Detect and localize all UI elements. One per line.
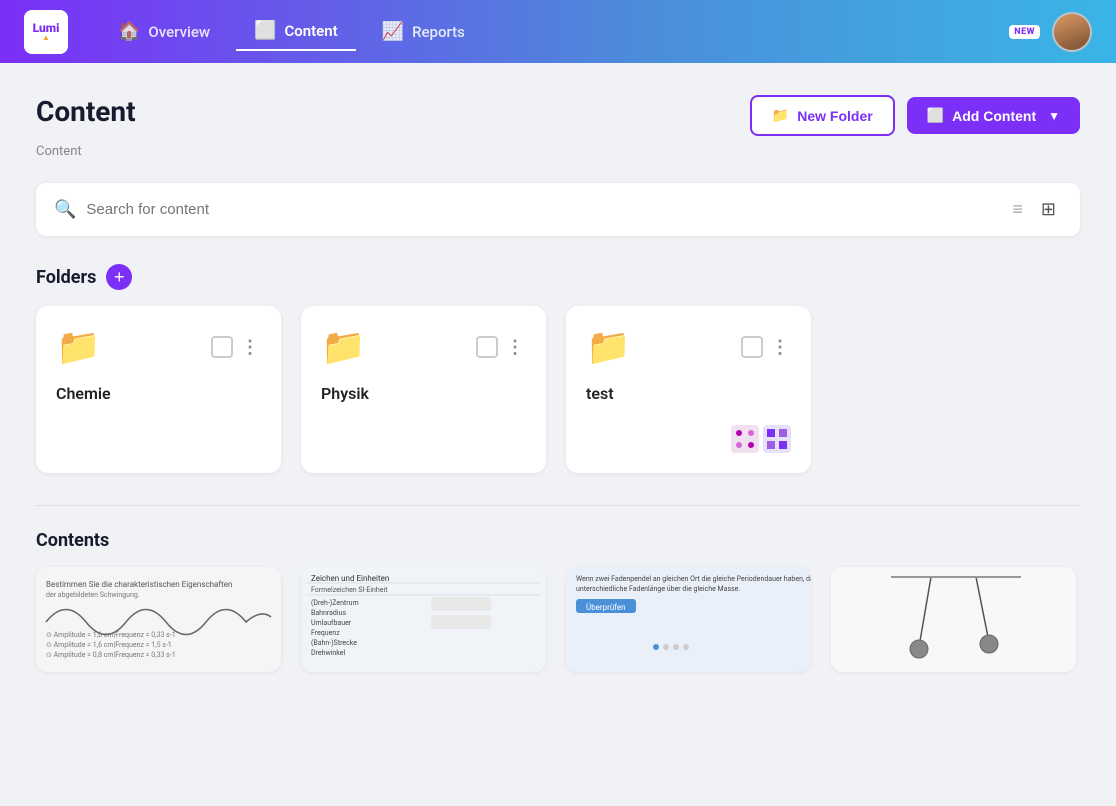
content-thumb-3: Wenn zwei Fadenpendel an gleichen Ort di… — [566, 567, 811, 672]
main-content: Content 📁 New Folder ⬜ Add Content ▼ Con… — [0, 63, 1116, 704]
list-view-button[interactable]: ≡ — [1006, 195, 1029, 224]
view-toggles: ≡ ⊞ — [1006, 195, 1062, 224]
folder-name-test: test — [586, 384, 791, 403]
content-card-2[interactable]: Zeichen und Einheiten Formelzeichen SI-E… — [301, 567, 546, 672]
svg-text:Bahnradius: Bahnradius — [311, 609, 346, 617]
folder-thumbnails-test — [586, 413, 791, 453]
svg-text:Drehwinkel: Drehwinkel — [311, 649, 345, 657]
folder-checkbox-physik[interactable] — [476, 336, 498, 358]
folder-menu-physik[interactable]: ⋮ — [506, 337, 526, 358]
page-title: Content — [36, 95, 136, 128]
folders-title: Folders — [36, 267, 96, 288]
avatar-image — [1054, 14, 1090, 50]
folder-icon-physik: 📁 — [321, 326, 366, 368]
header-actions: 📁 New Folder ⬜ Add Content ▼ — [750, 95, 1080, 136]
folder-checkbox-test[interactable] — [741, 336, 763, 358]
navbar: Lumi ▲ 🏠 Overview ⬜ Content 📈 Reports NE… — [0, 0, 1116, 63]
folder-icon-btn: 📁 — [772, 107, 789, 124]
svg-text:⊙ Amplitude = 0,8 cm|Frequenz: ⊙ Amplitude = 0,8 cm|Frequenz = 0,33 s-1 — [46, 651, 176, 659]
content-thumb-1: Bestimmen Sie die charakteristischen Eig… — [36, 567, 281, 672]
reports-icon: 📈 — [382, 21, 404, 42]
folder-name-physik: Physik — [321, 384, 526, 403]
content-thumb-2: Zeichen und Einheiten Formelzeichen SI-E… — [301, 567, 546, 672]
content-icon: ⬜ — [254, 20, 276, 41]
content-preview-2: Zeichen und Einheiten Formelzeichen SI-E… — [301, 567, 546, 672]
folder-actions-test: ⋮ — [741, 336, 791, 358]
folder-actions-physik: ⋮ — [476, 336, 526, 358]
nav-label-overview: Overview — [148, 23, 210, 41]
list-view-icon: ≡ — [1012, 199, 1023, 219]
logo-text: Lumi ▲ — [33, 22, 60, 42]
svg-text:⊙ Amplitude = 1,6 cm|Frequenz: ⊙ Amplitude = 1,6 cm|Frequenz = 1,5 s-1 — [46, 641, 172, 649]
add-content-button[interactable]: ⬜ Add Content ▼ — [907, 97, 1080, 134]
content-preview-3: Wenn zwei Fadenpendel an gleichen Ort di… — [566, 567, 811, 672]
folder-card-top-physik: 📁 ⋮ — [321, 326, 526, 368]
folder-actions: ⋮ — [211, 336, 261, 358]
nav-item-reports[interactable]: 📈 Reports — [364, 13, 483, 50]
search-icon: 🔍 — [54, 199, 76, 220]
folder-card-top: 📁 ⋮ — [56, 326, 261, 368]
section-divider — [36, 505, 1080, 506]
grid-view-button[interactable]: ⊞ — [1035, 195, 1062, 224]
new-folder-label: New Folder — [797, 108, 872, 124]
folder-card-test: 📁 ⋮ test — [566, 306, 811, 473]
folder-menu-chemie[interactable]: ⋮ — [241, 337, 261, 358]
content-card-4[interactable] — [831, 567, 1076, 672]
svg-text:Formelzeichen SI-Einheit: Formelzeichen SI-Einheit — [311, 586, 388, 594]
breadcrumb: Content — [36, 144, 1080, 159]
search-input[interactable] — [86, 201, 1006, 218]
content-preview-1: Bestimmen Sie die charakteristischen Eig… — [36, 567, 281, 672]
thumb-pattern-2 — [763, 425, 791, 453]
new-badge: NEW — [1009, 25, 1040, 39]
svg-text:Frequenz: Frequenz — [311, 629, 340, 637]
svg-text:Umlaufbauer: Umlaufbauer — [311, 619, 352, 627]
add-folder-button[interactable]: + — [106, 264, 132, 290]
content-thumb-4 — [831, 567, 1076, 672]
svg-text:(Bahn-)Strecke: (Bahn-)Strecke — [311, 639, 357, 647]
folder-icon-test: 📁 — [586, 326, 631, 368]
content-card-3[interactable]: Wenn zwei Fadenpendel an gleichen Ort di… — [566, 567, 811, 672]
add-content-icon: ⬜ — [927, 107, 944, 124]
svg-text:Überprüfen: Überprüfen — [586, 603, 626, 612]
nav-label-content: Content — [284, 22, 337, 40]
svg-text:Bestimmen Sie die charakterist: Bestimmen Sie die charakteristischen Eig… — [46, 580, 232, 589]
contents-title: Contents — [36, 530, 109, 551]
content-card-1[interactable]: Bestimmen Sie die charakteristischen Eig… — [36, 567, 281, 672]
logo[interactable]: Lumi ▲ — [24, 10, 68, 54]
chevron-down-icon: ▼ — [1048, 109, 1060, 123]
folders-section-header: Folders + — [36, 264, 1080, 290]
nav-label-reports: Reports — [412, 23, 465, 41]
search-bar: 🔍 ≡ ⊞ — [36, 183, 1080, 236]
avatar[interactable] — [1052, 12, 1092, 52]
home-icon: 🏠 — [118, 21, 140, 42]
folder-name-chemie: Chemie — [56, 384, 261, 403]
svg-text:Zeichen und Einheiten: Zeichen und Einheiten — [311, 574, 389, 583]
folder-card-physik: 📁 ⋮ Physik — [301, 306, 546, 473]
add-content-label: Add Content — [952, 108, 1036, 124]
svg-text:unterschiedliche Fadenlänge üb: unterschiedliche Fadenlänge über die gle… — [576, 585, 740, 593]
svg-text:⊙ Amplitude = 1,6 cm|Frequenz: ⊙ Amplitude = 1,6 cm|Frequenz = 0,33 s-1 — [46, 631, 176, 639]
contents-grid: Bestimmen Sie die charakteristischen Eig… — [36, 567, 1080, 672]
svg-text:der abgebildeten Schwingung.: der abgebildeten Schwingung. — [46, 591, 140, 599]
folder-menu-test[interactable]: ⋮ — [771, 337, 791, 358]
folders-grid: 📁 ⋮ Chemie 📁 ⋮ Physik 📁 — [36, 306, 1080, 473]
nav-item-overview[interactable]: 🏠 Overview — [100, 13, 228, 50]
folder-card-chemie: 📁 ⋮ Chemie — [36, 306, 281, 473]
content-preview-4 — [831, 567, 1076, 672]
page-header: Content 📁 New Folder ⬜ Add Content ▼ — [36, 95, 1080, 136]
thumb-pattern-1 — [731, 425, 759, 453]
new-folder-button[interactable]: 📁 New Folder — [750, 95, 895, 136]
grid-view-icon: ⊞ — [1041, 199, 1056, 219]
nav-items: 🏠 Overview ⬜ Content 📈 Reports — [100, 12, 1009, 51]
title-area: Content — [36, 95, 136, 128]
folder-card-top-test: 📁 ⋮ — [586, 326, 791, 368]
nav-item-content[interactable]: ⬜ Content — [236, 12, 356, 51]
svg-text:Wenn zwei Fadenpendel an gleic: Wenn zwei Fadenpendel an gleichen Ort di… — [576, 575, 811, 583]
svg-text:(Dreh-)Zentrum: (Dreh-)Zentrum — [311, 599, 359, 607]
folder-icon-chemie: 📁 — [56, 326, 101, 368]
folder-checkbox-chemie[interactable] — [211, 336, 233, 358]
nav-right: NEW — [1009, 12, 1092, 52]
contents-section-header: Contents — [36, 530, 1080, 551]
